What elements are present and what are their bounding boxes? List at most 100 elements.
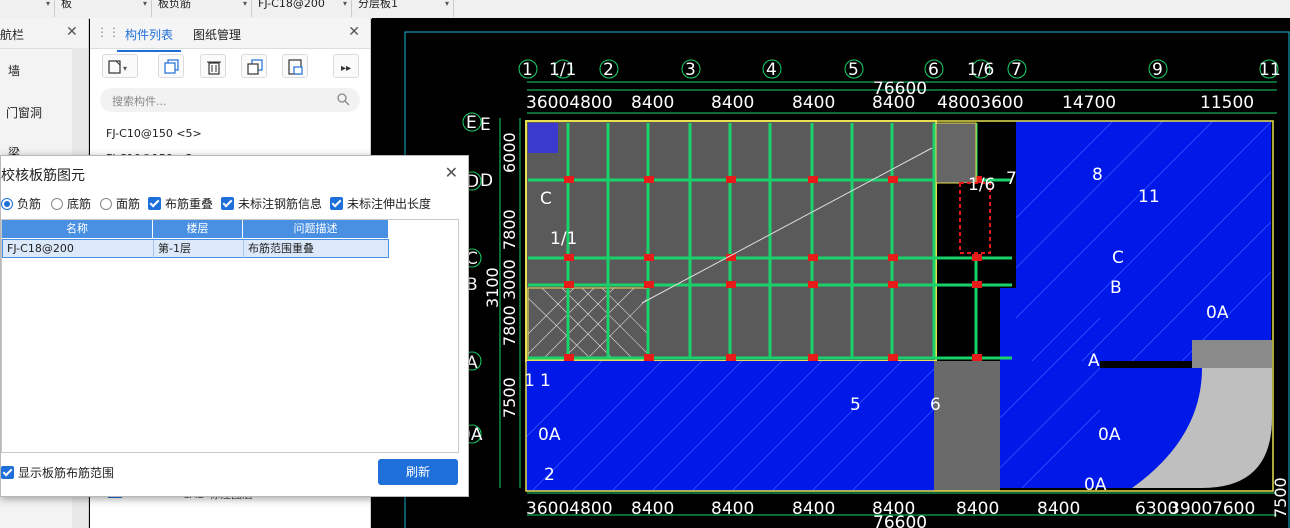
check-rebar-dialog: 校核板筋图元 ✕ 负筋 底筋 面筋 布筋重叠 未标注钢筋信息 未标注伸出长度 名… <box>0 155 469 497</box>
list-item[interactable]: FJ-C10@150 <5> <box>106 127 202 140</box>
dimension-label: 11500 <box>1200 93 1254 113</box>
axis-label: C <box>1112 248 1124 268</box>
dimension-label: 7800 <box>500 209 519 250</box>
close-icon[interactable]: ✕ <box>66 24 78 40</box>
trash-icon <box>207 61 221 75</box>
dimension-total: 76600 <box>873 513 927 528</box>
table-header: 名称 楼层 问题描述 <box>2 220 389 238</box>
column-header-floor[interactable]: 楼层 <box>153 220 243 238</box>
dimension-label: 3900 <box>1169 499 1212 519</box>
radio-label: 面筋 <box>116 197 141 211</box>
axis-label: 9 <box>1152 60 1163 80</box>
checkbox-label: 布筋重叠 <box>165 197 214 211</box>
toolbar-combo-category[interactable]: 板 ▾ <box>55 0 152 17</box>
checkbox-indicator <box>330 197 343 210</box>
nav-item-door-window[interactable]: 门窗洞 <box>6 104 42 121</box>
dimension-label: 48003600 <box>937 93 1024 113</box>
close-icon[interactable]: ✕ <box>348 24 360 40</box>
nav-item-wall[interactable]: 墙 <box>8 62 20 79</box>
axis-label: D <box>480 171 493 191</box>
nav-header: 航栏 ✕ <box>0 18 88 49</box>
checkbox-unmarked-info[interactable]: 未标注钢筋信息 <box>221 195 322 212</box>
chevron-down-icon: ▾ <box>45 0 50 8</box>
cell-name: FJ-C18@200 <box>3 240 154 258</box>
dimension-label: 7800 <box>500 305 519 346</box>
axis-label: 7 <box>1011 60 1022 80</box>
table-row[interactable]: FJ-C18@200 第-1层 布筋范围重叠 <box>2 239 389 258</box>
axis-label: 1/1 <box>549 60 576 80</box>
top-toolbar: ▾ 板 ▾ 板负筋 ▾ FJ-C18@200 ▾ 分层板1 ▾ <box>0 0 1290 19</box>
dialog-title: 校核板筋图元 <box>1 168 85 184</box>
axis-label: C <box>540 189 552 209</box>
axis-label: 6 <box>928 60 939 80</box>
radio-indicator <box>51 197 63 210</box>
axis-label: 0A <box>1084 475 1107 495</box>
dimension-label: 8400 <box>711 499 754 519</box>
checkbox-label: 显示板筋布筋范围 <box>18 466 115 480</box>
axis-label: 4 <box>766 60 777 80</box>
toolbar-combo-1[interactable]: ▾ <box>0 0 55 17</box>
double-chevron-right-icon: ▸▸ <box>341 63 351 74</box>
axis-label: 1 <box>524 371 535 391</box>
radio-indicator <box>1 197 13 210</box>
delete-button[interactable] <box>200 54 226 78</box>
axis-label: 5 <box>850 395 861 415</box>
column-header-issue[interactable]: 问题描述 <box>243 220 389 238</box>
search-icon <box>337 93 350 106</box>
axis-label: 1/6 <box>968 175 995 195</box>
close-icon[interactable]: ✕ <box>445 163 458 182</box>
radio-negative-rebar[interactable]: 负筋 <box>1 195 41 212</box>
dimension-label: 7600 <box>1212 499 1255 519</box>
axis-label: 8 <box>1092 165 1103 185</box>
dimension-label: 8400 <box>956 499 999 519</box>
axis-label: 11 <box>1138 187 1160 207</box>
axis-label: 11 <box>1259 60 1281 80</box>
axis-label: B <box>1110 278 1122 298</box>
checkbox-indicator <box>221 197 234 210</box>
radio-indicator <box>100 197 112 210</box>
radio-label: 负筋 <box>17 197 42 211</box>
svg-text:▾: ▾ <box>123 64 127 73</box>
chevron-down-icon: ▾ <box>342 0 347 8</box>
axis-label: 0A <box>1098 425 1121 445</box>
dimension-label: 7500 <box>1271 477 1290 518</box>
checkbox-overlap[interactable]: 布筋重叠 <box>148 195 213 212</box>
copy-button[interactable] <box>158 54 184 78</box>
issue-table: 名称 楼层 问题描述 FJ-C18@200 第-1层 布筋范围重叠 <box>1 219 459 453</box>
radio-bottom-rebar[interactable]: 底筋 <box>51 195 91 212</box>
toolbar-combo-type[interactable]: 板负筋 ▾ <box>152 0 252 17</box>
checkbox-show-range[interactable]: 显示板筋布筋范围 <box>1 464 114 481</box>
axis-label: 6 <box>930 395 941 415</box>
axis-label: 7 <box>1006 169 1017 189</box>
tab-component-list[interactable]: 构件列表 <box>116 26 182 52</box>
copy-to-floor-button[interactable] <box>241 54 267 78</box>
import-button[interactable] <box>282 54 308 78</box>
tab-drawing-management[interactable]: 图纸管理 <box>193 26 241 43</box>
nav-title: 航栏 <box>0 28 25 42</box>
checkbox-indicator <box>1 466 14 479</box>
refresh-button[interactable]: 刷新 <box>378 459 458 485</box>
toolbar-combo-component[interactable]: FJ-C18@200 ▾ <box>252 0 352 17</box>
combo-label: 板 <box>61 0 72 10</box>
more-button[interactable]: ▸▸ <box>333 54 359 78</box>
cad-canvas[interactable]: 1 1/1 2 3 4 5 6 1/6 7 9 11 76600 3600480… <box>372 18 1290 528</box>
drag-handle-icon[interactable]: ⋮⋮ <box>96 25 120 39</box>
svg-text:▸▸: ▸▸ <box>341 63 351 74</box>
axis-label: 5 <box>848 60 859 80</box>
radio-label: 底筋 <box>67 197 92 211</box>
column-header-name[interactable]: 名称 <box>2 220 153 238</box>
cad-drawing: 1 1/1 2 3 4 5 6 1/6 7 9 11 76600 3600480… <box>404 31 1290 528</box>
radio-top-rebar[interactable]: 面筋 <box>100 195 140 212</box>
copy-icon <box>164 59 179 74</box>
dimension-label: 8400 <box>872 93 915 113</box>
toolbar-combo-layer[interactable]: 分层板1 ▾ <box>352 0 454 17</box>
axis-label: 0A <box>538 425 561 445</box>
axis-label: 3 <box>685 60 696 80</box>
checkbox-unmarked-length[interactable]: 未标注伸出长度 <box>330 195 431 212</box>
search-input[interactable]: 搜索构件... <box>100 88 360 112</box>
dimension-label: 8400 <box>1037 499 1080 519</box>
checkbox-label: 未标注伸出长度 <box>347 197 432 211</box>
new-component-button[interactable]: ▾ <box>102 54 138 78</box>
axis-label: 2 <box>603 60 614 80</box>
axis-label: 2 <box>544 465 555 485</box>
